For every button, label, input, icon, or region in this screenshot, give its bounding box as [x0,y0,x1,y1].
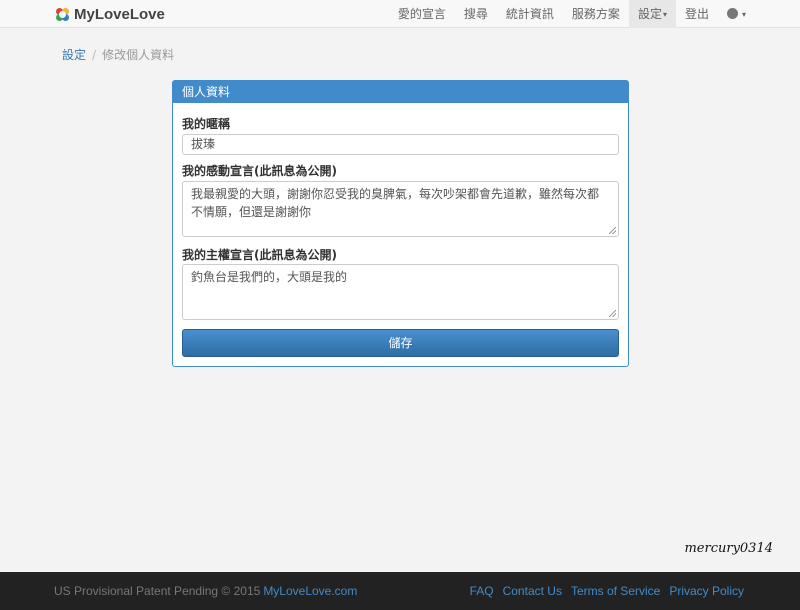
nav-settings-dropdown[interactable]: 設定▾ [628,0,676,28]
nickname-input[interactable]: 拔瑧 [182,134,619,155]
footer-links: FAQ Contact Us Terms of Service Privacy … [470,584,744,598]
nav-love-declarations[interactable]: 愛的宣言 [389,0,455,28]
top-navbar: MyLoveLove 愛的宣言 搜尋 統計資訊 服務方案 設定▾ 登出 ▾ [0,0,800,28]
copyright-text: US Provisional Patent Pending © 2015 [54,584,261,598]
brand-logo[interactable]: MyLoveLove [56,4,165,24]
breadcrumb: 設定 / 修改個人資料 [62,46,174,63]
nav-service-plans[interactable]: 服務方案 [563,0,629,28]
breadcrumb-settings-link[interactable]: 設定 [62,48,86,62]
nickname-label: 我的暱稱 [182,117,231,131]
caret-down-icon: ▾ [741,10,746,19]
logo-icon [56,7,69,21]
profile-panel: 個人資料 我的暱稱 拔瑧 我的感動宣言(此訊息為公開) 我最親愛的大頭，謝謝你忍… [172,80,629,367]
sovereignty-declaration-label: 我的主權宣言(此訊息為公開) [182,248,337,262]
site-link[interactable]: MyLoveLove.com [263,584,357,598]
nav-statistics[interactable]: 統計資訊 [497,0,563,28]
nav-language-dropdown[interactable]: ▾ [718,0,755,28]
brand-name: MyLoveLove [74,5,165,23]
caret-down-icon: ▾ [662,10,667,19]
nav-logout[interactable]: 登出 [676,0,718,28]
footer-copyright: US Provisional Patent Pending © 2015 MyLo… [54,584,357,598]
breadcrumb-current: 修改個人資料 [102,48,175,62]
footer-link-terms[interactable]: Terms of Service [571,584,660,598]
globe-icon [726,8,738,19]
main-nav: 愛的宣言 搜尋 統計資訊 服務方案 設定▾ 登出 ▾ [389,0,755,28]
resize-handle-icon[interactable] [609,310,616,317]
footer: US Provisional Patent Pending © 2015 MyLo… [0,572,800,610]
thanks-declaration-text: 我最親愛的大頭，謝謝你忍受我的臭脾氣，每次吵架都會先道歉，雖然每次都不情願，但還… [191,187,600,219]
footer-link-contact[interactable]: Contact Us [503,584,562,598]
nav-search[interactable]: 搜尋 [455,0,497,28]
sovereignty-declaration-textarea[interactable]: 釣魚台是我們的，大頭是我的 [182,264,619,320]
breadcrumb-separator: / [92,48,97,62]
footer-link-faq[interactable]: FAQ [470,584,494,598]
thanks-declaration-textarea[interactable]: 我最親愛的大頭，謝謝你忍受我的臭脾氣，每次吵架都會先道歉，雖然每次都不情願，但還… [182,181,619,237]
save-button[interactable]: 儲存 [182,329,619,357]
watermark: mercury0314 [684,541,773,556]
panel-heading: 個人資料 [173,81,628,103]
sovereignty-declaration-text: 釣魚台是我們的，大頭是我的 [191,270,348,284]
resize-handle-icon[interactable] [609,227,616,234]
footer-link-privacy[interactable]: Privacy Policy [669,584,744,598]
nav-settings-label: 設定 [637,7,662,21]
thanks-declaration-label: 我的感動宣言(此訊息為公開) [182,164,337,178]
